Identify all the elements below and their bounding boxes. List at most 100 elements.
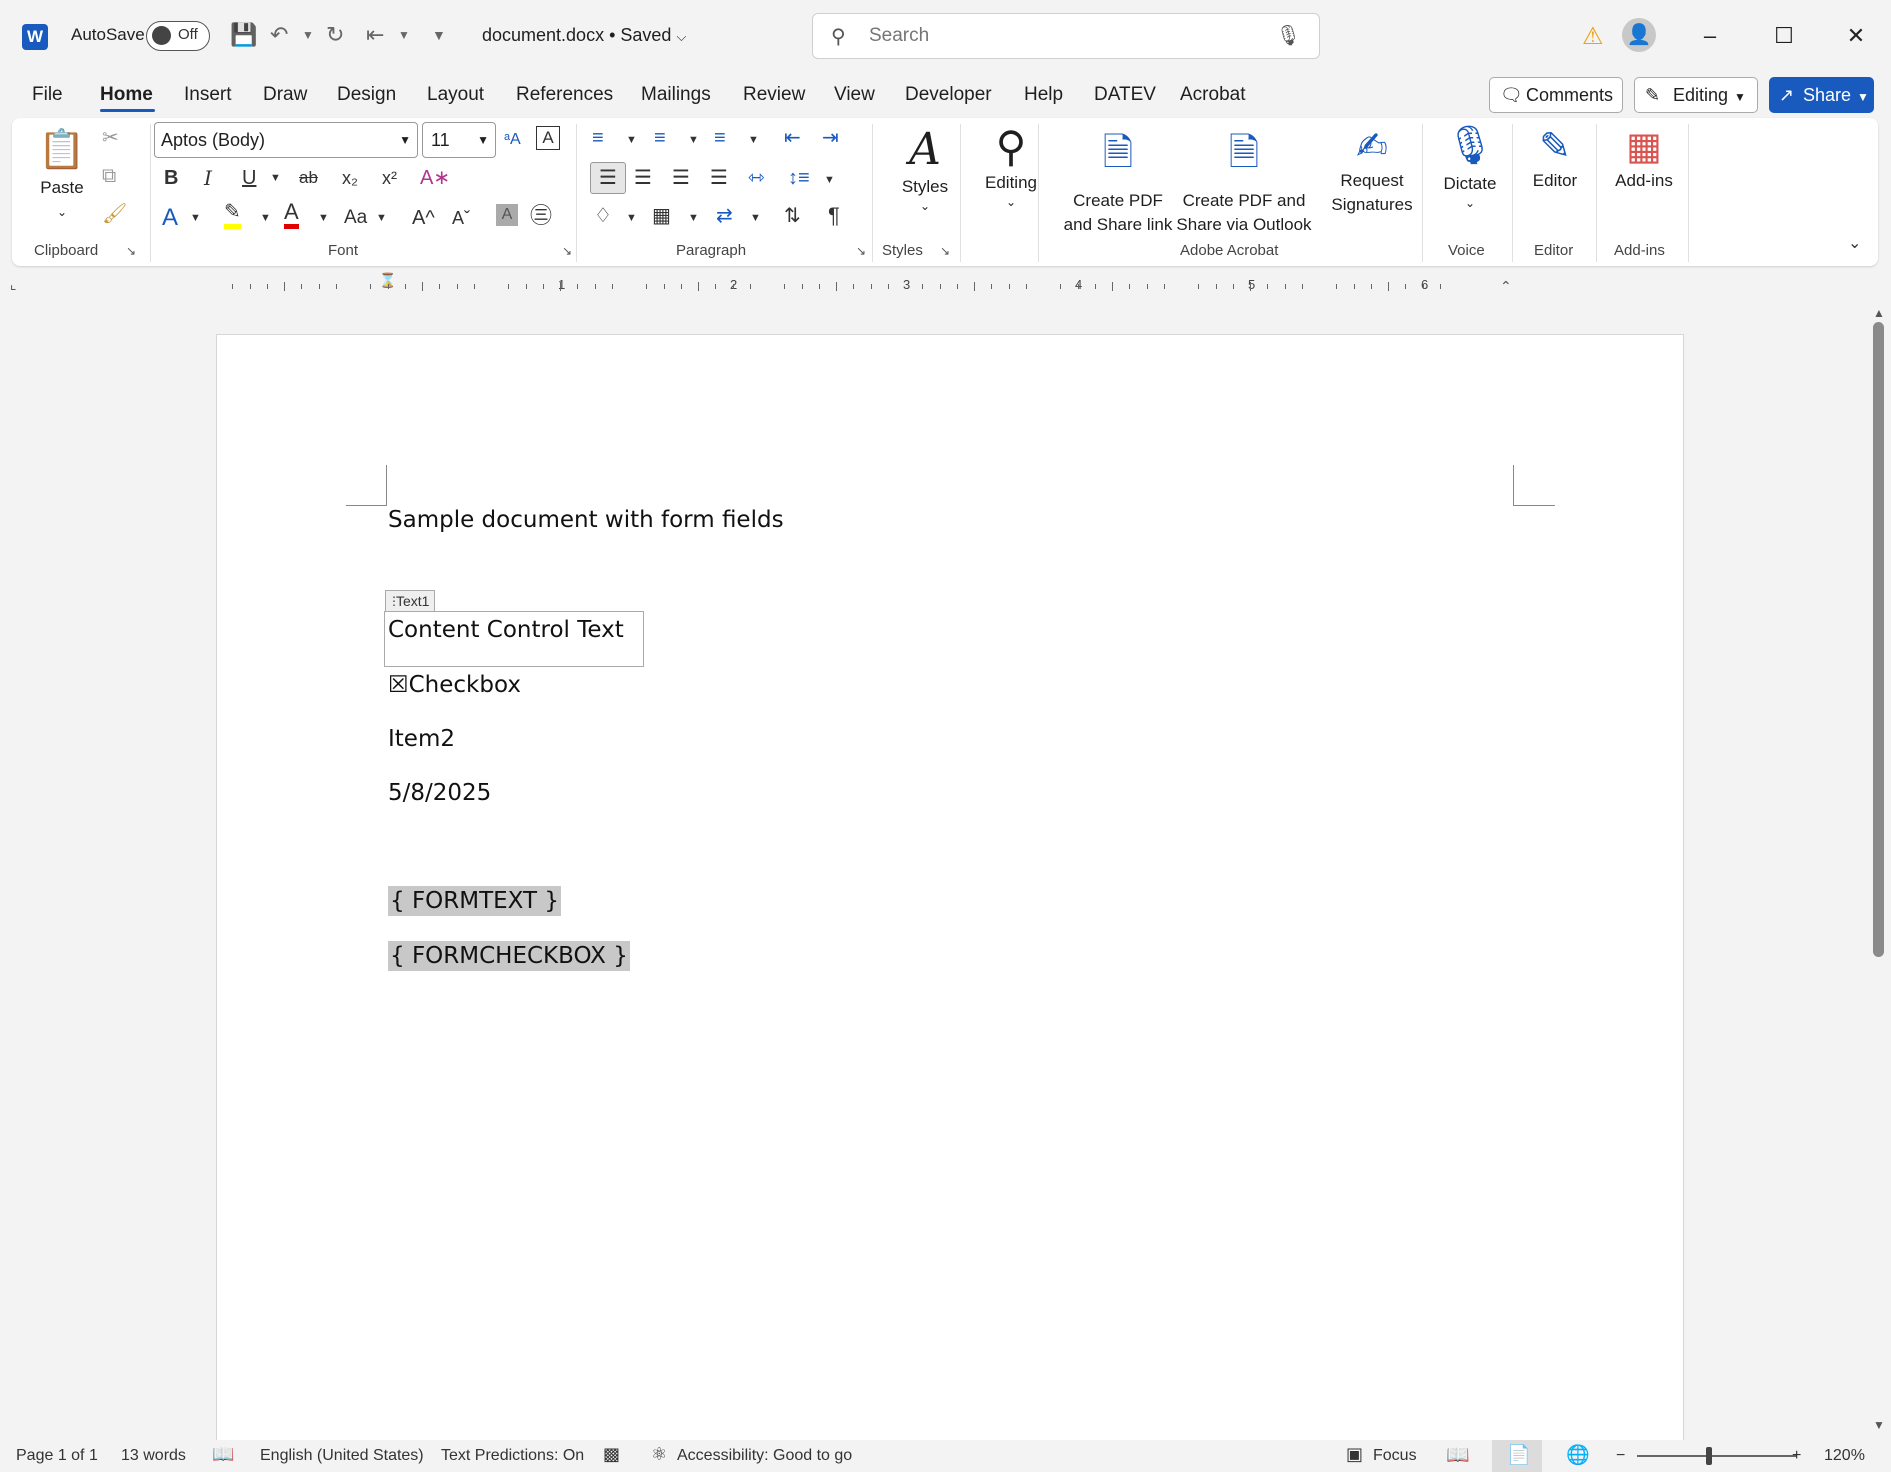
tab-home[interactable]: Home xyxy=(100,84,153,106)
accessibility-icon[interactable]: ⚛ xyxy=(651,1444,667,1465)
content-control-tag[interactable]: ⋮ Text1 xyxy=(385,590,436,612)
chevron-down-icon[interactable]: ▼ xyxy=(260,204,271,232)
paste-button[interactable]: 📋 Paste ⌄ xyxy=(34,128,90,224)
redo-icon[interactable]: ↻ xyxy=(326,20,344,50)
create-pdf-share-link-button[interactable]: 🗎 Create PDF and Share link xyxy=(1048,124,1188,237)
share-button[interactable]: ↗ Share ▼ xyxy=(1769,77,1874,113)
tab-help[interactable]: Help xyxy=(1024,84,1063,106)
autosave-toggle[interactable]: Off xyxy=(146,21,210,51)
zoom-in-button[interactable]: + xyxy=(1792,1447,1801,1465)
zoom-level[interactable]: 120% xyxy=(1824,1447,1865,1465)
tab-view[interactable]: View xyxy=(834,84,875,106)
tab-selector-icon[interactable]: ⌞ xyxy=(10,276,17,293)
text-predictions-status[interactable]: Text Predictions: On xyxy=(441,1447,584,1465)
shrink-font-button[interactable]: Aˇ xyxy=(452,204,470,232)
page-count[interactable]: Page 1 of 1 xyxy=(16,1447,98,1465)
tab-insert[interactable]: Insert xyxy=(184,84,232,106)
change-case-button[interactable]: Aa xyxy=(344,204,367,232)
undo-dropdown-icon[interactable]: ▼ xyxy=(302,20,314,50)
read-mode-icon[interactable]: 📖 xyxy=(1446,1443,1470,1467)
indent-dropdown-icon[interactable]: ▼ xyxy=(398,20,410,50)
numbering-icon[interactable]: ≡ xyxy=(654,124,666,152)
checkbox-line[interactable]: ☒Checkbox xyxy=(388,672,521,698)
align-right-icon[interactable]: ☰ xyxy=(672,164,690,192)
dropdown-item-text[interactable]: Item2 xyxy=(388,726,455,752)
highlight-icon[interactable]: ✎ xyxy=(224,200,241,229)
tab-draw[interactable]: Draw xyxy=(263,84,307,106)
request-signatures-button[interactable]: ✍ Request Signatures xyxy=(1320,124,1424,217)
editor-button[interactable]: ✎ Editor xyxy=(1518,124,1592,193)
grow-font-button[interactable]: A^ xyxy=(412,204,435,232)
editing-button[interactable]: ⚲ Editing ⌄ xyxy=(966,122,1056,209)
focus-button[interactable]: Focus xyxy=(1373,1447,1417,1465)
formtext-field-line[interactable]: { FORMTEXT } xyxy=(388,886,562,916)
clear-format-abc-icon[interactable]: ᵃA xyxy=(504,126,521,154)
warning-icon[interactable]: ⚠ xyxy=(1582,22,1604,51)
search-box[interactable]: ⚲ 🎙 xyxy=(812,13,1320,59)
tab-design[interactable]: Design xyxy=(337,84,396,106)
customize-toolbar-icon[interactable]: ▼ xyxy=(432,20,446,50)
document-heading[interactable]: Sample document with form fields xyxy=(388,507,784,533)
document-title[interactable]: document.docx • Saved ⌵ xyxy=(482,25,686,46)
format-painter-icon[interactable]: 🖌 xyxy=(102,200,127,228)
avatar-icon[interactable]: 👤 xyxy=(1622,18,1656,52)
character-shading-icon[interactable]: A xyxy=(496,204,518,226)
text-box-icon[interactable]: A xyxy=(536,126,560,150)
focus-icon[interactable]: ▣ xyxy=(1346,1444,1363,1465)
dialog-launcher-icon[interactable]: ↘ xyxy=(562,244,572,258)
print-layout-icon[interactable]: 📄 xyxy=(1507,1443,1531,1467)
copy-icon[interactable]: ⧉ xyxy=(102,162,116,190)
styles-button[interactable]: A Styles ⌄ xyxy=(884,124,966,213)
zoom-slider-thumb[interactable] xyxy=(1706,1447,1712,1465)
tab-developer[interactable]: Developer xyxy=(905,84,992,106)
document-page[interactable]: Sample document with form fields ⋮ Text1 … xyxy=(216,334,1684,1440)
chevron-down-icon[interactable]: ▼ xyxy=(824,166,835,194)
show-formatting-icon[interactable]: ¶ xyxy=(828,202,840,230)
indent-icon[interactable]: ⇤ xyxy=(366,20,384,50)
web-layout-icon[interactable]: 🌐 xyxy=(1566,1443,1590,1467)
word-count[interactable]: 13 words xyxy=(121,1447,186,1465)
mic-icon[interactable]: 🎙 xyxy=(1276,23,1301,48)
underline-button[interactable]: U xyxy=(242,164,256,192)
chevron-down-icon[interactable]: ▼ xyxy=(748,126,759,154)
superscript-button[interactable]: x² xyxy=(382,164,397,192)
chevron-down-icon[interactable]: ▼ xyxy=(750,204,761,232)
tab-layout[interactable]: Layout xyxy=(427,84,484,106)
accessibility-status[interactable]: Accessibility: Good to go xyxy=(677,1447,852,1465)
create-pdf-outlook-button[interactable]: 🗎 Create PDF and Share via Outlook xyxy=(1172,124,1316,237)
formtext-field[interactable]: { FORMTEXT } xyxy=(388,886,562,916)
tab-review[interactable]: Review xyxy=(743,84,805,106)
text-effects-icon[interactable]: A xyxy=(162,204,178,232)
add-ins-button[interactable]: ▦ Add-ins xyxy=(1604,124,1684,193)
search-input[interactable] xyxy=(869,23,1249,49)
align-center-icon[interactable]: ☰ xyxy=(634,164,652,192)
formcheckbox-field-line[interactable]: { FORMCHECKBOX } xyxy=(388,941,630,971)
tab-acrobat[interactable]: Acrobat xyxy=(1180,84,1245,106)
chevron-down-icon[interactable]: ▼ xyxy=(190,204,201,232)
justify-icon[interactable]: ☰ xyxy=(710,164,728,192)
scroll-down-icon[interactable]: ▼ xyxy=(1873,1418,1885,1432)
save-icon[interactable]: 💾 xyxy=(230,20,257,50)
collapse-ribbon-icon[interactable]: ⌄ xyxy=(1848,230,1861,258)
italic-button[interactable]: I xyxy=(204,164,212,192)
chevron-down-icon[interactable]: ▼ xyxy=(318,204,329,232)
scrollbar-thumb[interactable] xyxy=(1873,322,1884,957)
increase-indent-icon[interactable]: ⇥ xyxy=(822,124,839,152)
align-left-icon[interactable]: ☰ xyxy=(590,162,626,194)
font-color-icon[interactable]: A xyxy=(284,200,299,229)
editing-mode-button[interactable]: ✎ Editing ▼ xyxy=(1634,77,1758,113)
minimize-icon[interactable]: – xyxy=(1690,18,1730,54)
sort-icon[interactable]: ⇅ xyxy=(784,202,801,230)
chevron-down-icon[interactable]: ▼ xyxy=(270,164,281,192)
tab-file[interactable]: File xyxy=(32,84,63,106)
strikethrough-button[interactable]: ab xyxy=(299,164,318,192)
font-name-select[interactable]: Aptos (Body) ▼ xyxy=(154,122,418,158)
checkbox-glyph[interactable]: ☒ xyxy=(388,672,409,698)
chevron-down-icon[interactable]: ▼ xyxy=(688,126,699,154)
cut-icon[interactable]: ✂ xyxy=(102,124,119,152)
bold-button[interactable]: B xyxy=(164,164,178,192)
horizontal-ruler[interactable]: ⌞ 1 2 3 4 5 6 ⌛ ⌃ xyxy=(0,272,1891,298)
tab-mailings[interactable]: Mailings xyxy=(641,84,711,106)
tab-references[interactable]: References xyxy=(516,84,613,106)
chevron-down-icon[interactable]: ▼ xyxy=(376,204,387,232)
